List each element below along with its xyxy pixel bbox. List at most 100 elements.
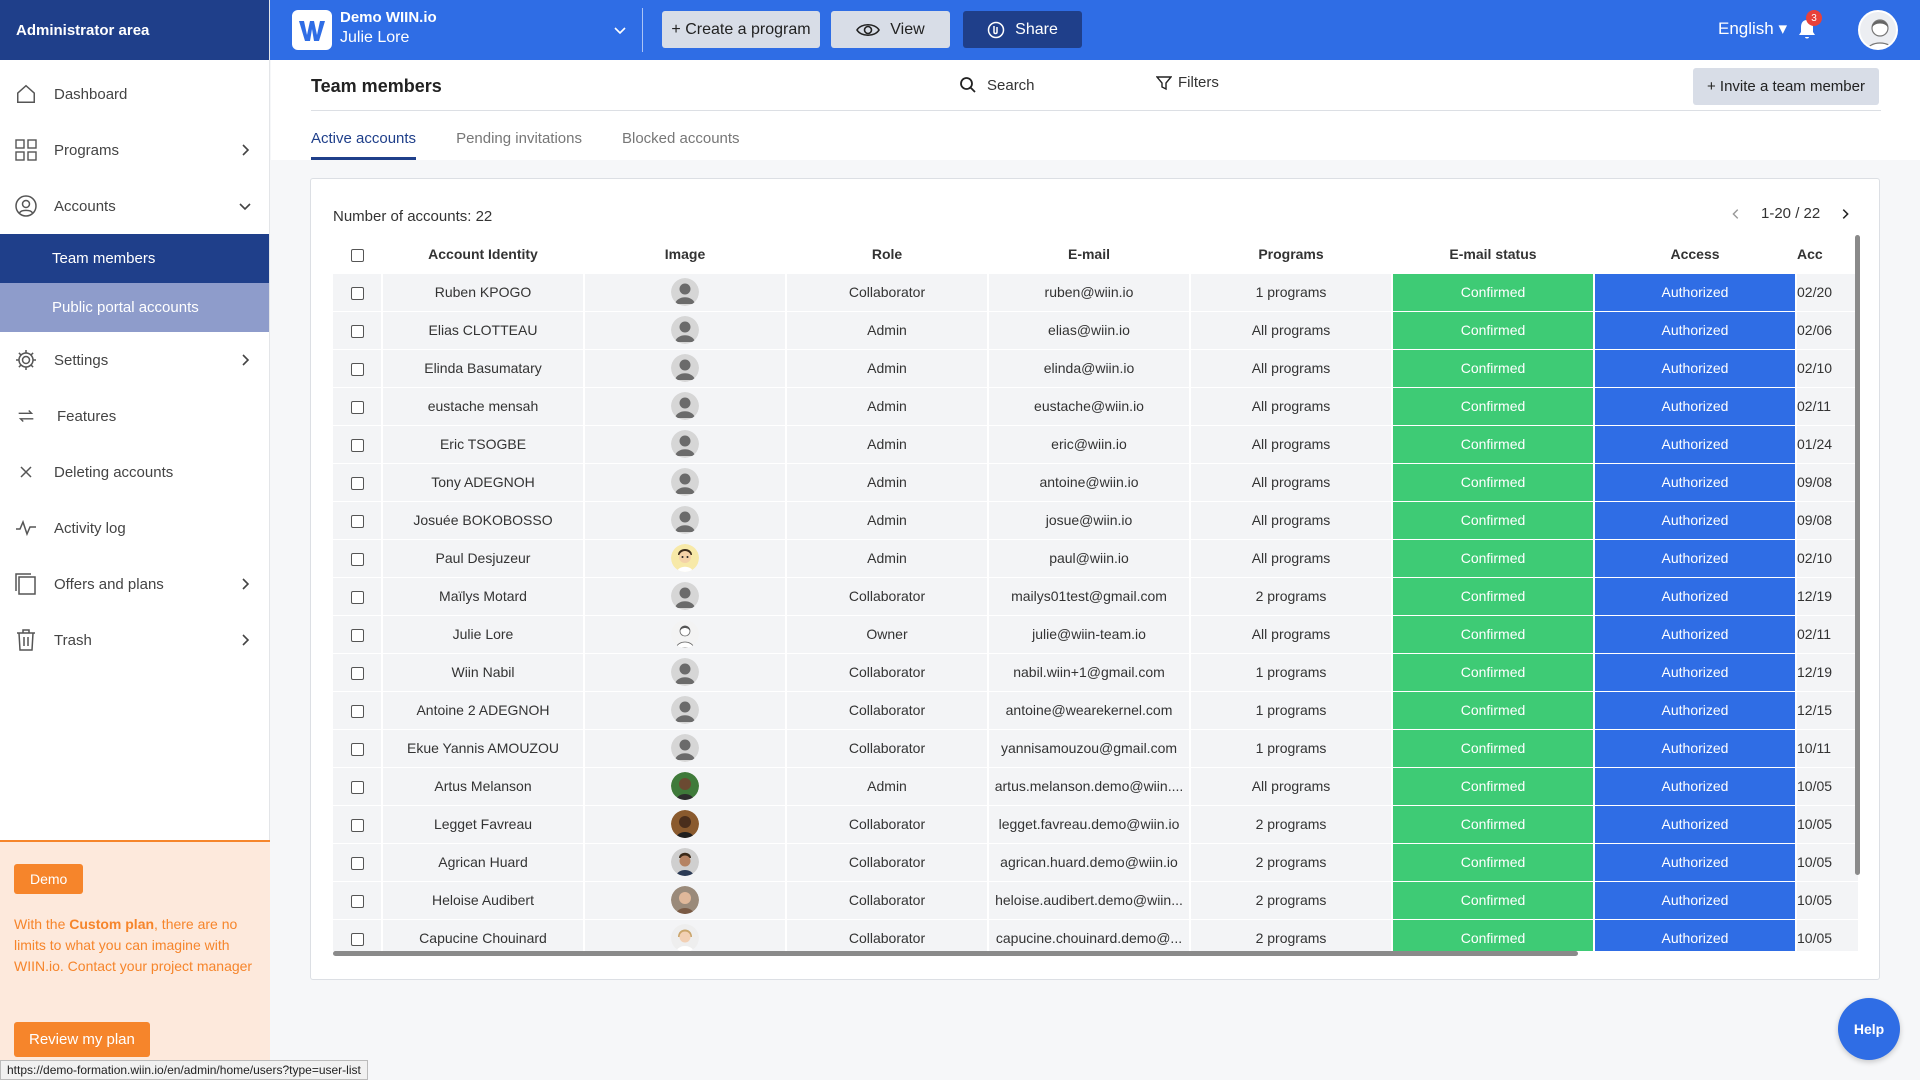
row-checkbox[interactable] <box>350 286 364 300</box>
avatar-cell <box>585 349 785 387</box>
column-header[interactable]: E-mail <box>989 235 1189 273</box>
row-checkbox[interactable] <box>350 742 364 756</box>
horizontal-scrollbar[interactable] <box>333 951 1578 956</box>
row-checkbox[interactable] <box>350 628 364 642</box>
table-row[interactable]: Julie Lore Owner julie@wiin-team.io All pro… <box>333 615 1858 653</box>
column-header[interactable]: Access <box>1595 235 1795 273</box>
tab-blocked-accounts[interactable]: Blocked accounts <box>622 130 740 160</box>
tab-active-accounts[interactable]: Active accounts <box>311 130 417 160</box>
sidebar-subitem-team-members[interactable]: Team members <box>0 234 269 283</box>
table-row[interactable]: Tony ADEGNOH Admin antoine@wiin.io All prog… <box>333 463 1858 501</box>
row-checkbox[interactable] <box>350 704 364 718</box>
share-button[interactable]: Share <box>963 11 1082 48</box>
column-header[interactable]: Image <box>585 235 785 273</box>
chevron-left-icon[interactable] <box>1729 207 1743 221</box>
sidebar-item-dashboard[interactable]: Dashboard <box>0 66 269 122</box>
sidebar-item-features[interactable]: Features <box>0 388 269 444</box>
review-plan-button[interactable]: Review my plan <box>14 1022 150 1057</box>
page-range: 1-20 / 22 <box>1761 205 1821 222</box>
row-checkbox-cell <box>333 311 381 349</box>
row-checkbox[interactable] <box>350 514 364 528</box>
column-header[interactable]: E-mail status <box>1393 235 1593 273</box>
table-row[interactable]: Agrican Huard Collaborator agrican.huard.d… <box>333 843 1858 881</box>
column-header[interactable]: Programs <box>1191 235 1391 273</box>
account-identity-cell: Ruben KPOGO <box>383 273 583 311</box>
row-checkbox[interactable] <box>350 932 364 946</box>
row-checkbox-cell <box>333 501 381 539</box>
table-row[interactable]: Paul Desjuzeur Admin paul@wiin.io All progr… <box>333 539 1858 577</box>
sidebar-item-offers-plans[interactable]: Offers and plans <box>0 556 269 612</box>
table-row[interactable]: Capucine Chouinard Collaborator capucine.c… <box>333 919 1858 951</box>
row-checkbox-cell <box>333 653 381 691</box>
language-selector[interactable]: English ▾ <box>1718 19 1787 39</box>
avatar <box>671 734 699 762</box>
sidebar-item-settings[interactable]: Settings <box>0 332 269 388</box>
avatar-cell <box>585 805 785 843</box>
column-header[interactable]: Account Identity <box>383 235 583 273</box>
share-label: Share <box>1015 20 1058 38</box>
sidebar-item-programs[interactable]: Programs <box>0 122 269 178</box>
demo-badge[interactable]: Demo <box>14 864 84 894</box>
create-program-button[interactable]: + Create a program <box>662 11 820 48</box>
table-row[interactable]: Wiin Nabil Collaborator nabil.wiin+1@gmail… <box>333 653 1858 691</box>
table-row[interactable]: Heloise Audibert Collaborator heloise.audi… <box>333 881 1858 919</box>
column-header[interactable]: Acc <box>1797 235 1858 273</box>
programs-cell: All programs <box>1191 501 1391 539</box>
table-row[interactable]: Elinda Basumatary Admin elinda@wiin.io All … <box>333 349 1858 387</box>
avatar <box>671 886 699 914</box>
row-checkbox[interactable] <box>350 476 364 490</box>
org-switcher[interactable]: Demo WIIN.io Julie Lore <box>340 9 437 47</box>
account-identity-cell: Antoine 2 ADEGNOH <box>383 691 583 729</box>
row-checkbox[interactable] <box>350 590 364 604</box>
role-cell: Admin <box>787 767 987 805</box>
select-all-checkbox[interactable] <box>350 248 364 262</box>
invite-team-member-button[interactable]: + Invite a team member <box>1693 68 1879 105</box>
row-checkbox[interactable] <box>350 666 364 680</box>
table-row[interactable]: Maïlys Motard Collaborator mailys01test@gm… <box>333 577 1858 615</box>
row-checkbox[interactable] <box>350 856 364 870</box>
table-row[interactable]: Josuée BOKOBOSSO Admin josue@wiin.io All pr… <box>333 501 1858 539</box>
sidebar-subitem-public-portal[interactable]: Public portal accounts <box>0 283 269 332</box>
help-button[interactable]: Help <box>1838 998 1900 1060</box>
sidebar-item-deleting-accounts[interactable]: Deleting accounts <box>0 444 269 500</box>
sidebar-item-trash[interactable]: Trash <box>0 612 269 668</box>
row-checkbox[interactable] <box>350 552 364 566</box>
access-cell: Authorized <box>1595 729 1795 767</box>
table-row[interactable]: eustache mensah Admin eustache@wiin.io All … <box>333 387 1858 425</box>
programs-cell: 1 programs <box>1191 653 1391 691</box>
row-checkbox[interactable] <box>350 324 364 338</box>
chevron-down-icon[interactable] <box>612 22 628 38</box>
email-status-cell: Confirmed <box>1393 805 1593 843</box>
access-date-cell: 12/19 <box>1797 577 1858 615</box>
view-button[interactable]: View <box>831 11 950 48</box>
column-header[interactable]: Role <box>787 235 987 273</box>
row-checkbox[interactable] <box>350 894 364 908</box>
table-row[interactable]: Artus Melanson Admin artus.melanson.demo@w… <box>333 767 1858 805</box>
row-checkbox[interactable] <box>350 362 364 376</box>
row-checkbox[interactable] <box>350 400 364 414</box>
filters-button[interactable]: Filters <box>1156 74 1219 91</box>
tab-pending-invitations[interactable]: Pending invitations <box>456 130 582 160</box>
access-date-cell: 02/20 <box>1797 273 1858 311</box>
table-row[interactable]: Antoine 2 ADEGNOH Collaborator antoine@wea… <box>333 691 1858 729</box>
wiin-logo[interactable] <box>292 10 332 50</box>
access-date-cell: 10/05 <box>1797 767 1858 805</box>
avatar[interactable] <box>1858 10 1898 50</box>
avatar <box>671 848 699 876</box>
sidebar-item-accounts[interactable]: Accounts <box>0 178 269 234</box>
sidebar-item-activity-log[interactable]: Activity log <box>0 500 269 556</box>
sidebar-item-label: Dashboard <box>54 85 128 103</box>
search-button[interactable]: Search <box>959 76 1035 94</box>
table-row[interactable]: Legget Favreau Collaborator legget.favreau… <box>333 805 1858 843</box>
avatar <box>671 658 699 686</box>
chevron-right-icon[interactable] <box>1838 207 1852 221</box>
table-row[interactable]: Ruben KPOGO Collaborator ruben@wiin.io 1 pr… <box>333 273 1858 311</box>
table-row[interactable]: Ekue Yannis AMOUZOU Collaborator yannisamo… <box>333 729 1858 767</box>
role-cell: Collaborator <box>787 273 987 311</box>
table-row[interactable]: Elias CLOTTEAU Admin elias@wiin.io All prog… <box>333 311 1858 349</box>
vertical-scrollbar[interactable] <box>1855 235 1860 875</box>
row-checkbox[interactable] <box>350 818 364 832</box>
row-checkbox[interactable] <box>350 438 364 452</box>
row-checkbox[interactable] <box>350 780 364 794</box>
table-row[interactable]: Eric TSOGBE Admin eric@wiin.io All programs… <box>333 425 1858 463</box>
